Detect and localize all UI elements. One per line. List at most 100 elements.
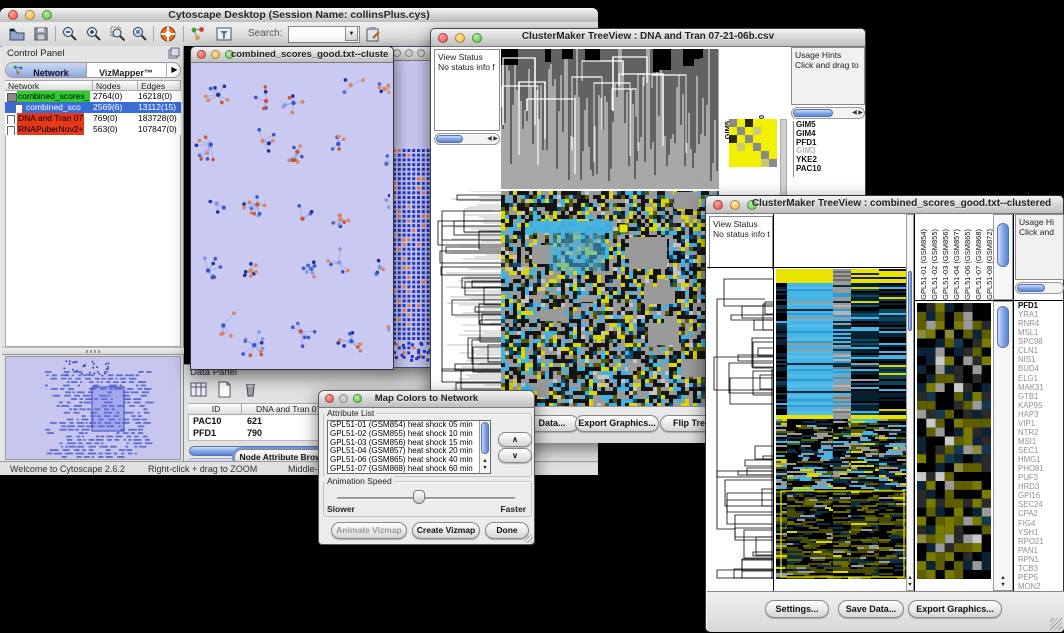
tv2-gene-label[interactable]: GPI16 — [1018, 491, 1064, 500]
tv2-gene-list[interactable]: PFD1YRA1RNR4MSL1SPC98CLN1NIS1BUD4ELG1MAK… — [1016, 301, 1064, 591]
tv2-gene-label[interactable]: YRA1 — [1018, 310, 1064, 319]
treeview2-titlebar[interactable]: ClusterMaker TreeView : combined_scores_… — [706, 196, 1063, 214]
tv1-zoom-cell[interactable] — [769, 127, 777, 135]
tab-overflow-button[interactable]: ▶ — [166, 63, 182, 77]
tv1-zoom-cell[interactable] — [769, 143, 777, 151]
tv2-gene-label[interactable]: NIS1 — [1018, 355, 1064, 364]
tv1-zoom-cell[interactable] — [761, 159, 769, 167]
tv2-gene-label[interactable]: RPN1 — [1018, 555, 1064, 564]
tv1-zoom-cell[interactable] — [729, 159, 737, 167]
tv1-zoom-cell[interactable] — [745, 151, 753, 159]
tv1-zoom-cell[interactable] — [729, 143, 737, 151]
network-overview-panel[interactable] — [5, 356, 181, 460]
save-icon[interactable] — [32, 25, 50, 43]
close-icon[interactable] — [393, 49, 401, 57]
tv2-gene-label[interactable]: PFD1 — [1018, 301, 1064, 310]
tv1-zoom-cell[interactable] — [769, 151, 777, 159]
zoom-in-icon[interactable] — [85, 25, 103, 43]
annotation-tool-icon[interactable] — [364, 25, 382, 43]
tv2-heatmap-vscrollbar[interactable] — [906, 214, 914, 591]
tv1-zoom-cell[interactable] — [745, 135, 753, 143]
move-up-button[interactable]: ∧ — [498, 432, 532, 447]
tv1-scroll-strip[interactable] — [780, 119, 787, 196]
column-header-network[interactable]: Network — [5, 80, 93, 91]
tv2-gene-label[interactable]: FIG4 — [1018, 519, 1064, 528]
tv1-zoom-cell[interactable] — [753, 135, 761, 143]
tv2-gene-label[interactable]: SEC1 — [1018, 446, 1064, 455]
tv2-gene-label[interactable]: ELG1 — [1018, 374, 1064, 383]
tv2-gene-label[interactable]: RNR4 — [1018, 319, 1064, 328]
tv1-column-dendrogram[interactable] — [501, 49, 719, 189]
done-button[interactable]: Done — [485, 522, 529, 539]
minimize-icon[interactable] — [730, 200, 740, 210]
zoom-selection-icon[interactable] — [109, 25, 127, 43]
tv2-column-label[interactable]: GPL51-04 (GSM857) — [952, 229, 961, 300]
create-vizmap-button[interactable]: Create Vizmap — [412, 522, 480, 539]
tv2-column-label[interactable]: GPL51-06 (GSM865) — [963, 229, 972, 300]
tv1-row-labels[interactable]: GIM5GIM4PFD1GIM3YKE2PAC10 — [793, 121, 868, 177]
tv1-heatmap-canvas[interactable] — [501, 191, 719, 406]
tv1-zoom-cell[interactable] — [761, 127, 769, 135]
tv2-gene-label[interactable]: VIP1 — [1018, 419, 1064, 428]
tv2-gene-label[interactable]: TCB3 — [1018, 564, 1064, 573]
tv1-row-label[interactable]: PAC10 — [796, 165, 868, 174]
delete-attribute-icon[interactable] — [242, 381, 259, 398]
tv2-gene-label[interactable]: MSL1 — [1018, 328, 1064, 337]
tv2-column-label[interactable]: GPL51-02 (GSM855) — [930, 229, 939, 300]
tv2-gene-label[interactable]: GTB1 — [1018, 392, 1064, 401]
network-table-row[interactable]: DNA and Tran 07769(0)183728(0) — [5, 113, 181, 124]
main-titlebar[interactable]: Cytoscape Desktop (Session Name: collins… — [0, 8, 598, 23]
tv2-gene-label[interactable]: PUF3 — [1018, 473, 1064, 482]
tv2-gene-label[interactable]: PHO81 — [1018, 464, 1064, 473]
resize-grip[interactable] — [1050, 618, 1062, 630]
tv1-zoom-cell[interactable] — [729, 119, 737, 127]
tv2-gene-label[interactable]: MON2 — [1018, 582, 1064, 591]
tv1-zoom-cell[interactable] — [745, 127, 753, 135]
tv2-gene-label[interactable]: HMG1 — [1018, 455, 1064, 464]
tv1-zoom-cell[interactable] — [737, 135, 745, 143]
tv1-zoom-cell[interactable] — [729, 127, 737, 135]
tv2-gene-label[interactable]: CPA2 — [1018, 509, 1064, 518]
tv2-usage-scrollbar[interactable] — [1015, 282, 1064, 294]
tv2-gene-label[interactable]: CLN1 — [1018, 346, 1064, 355]
tab-network[interactable]: Network — [6, 63, 87, 77]
tv1-zoom-heatmap[interactable] — [729, 119, 777, 167]
minimize-icon[interactable] — [211, 50, 220, 59]
tv2-gene-label[interactable]: YSH1 — [1018, 528, 1064, 537]
tv1-zoom-cell[interactable] — [737, 127, 745, 135]
table-mode-icon[interactable] — [190, 381, 207, 398]
network-table-row[interactable]: RNAPuberNov2+563(0)107847(0) — [5, 124, 181, 135]
open-folder-icon[interactable] — [8, 25, 26, 43]
tv2-gene-label[interactable]: KAP95 — [1018, 401, 1064, 410]
vizmap-nodes-icon[interactable] — [189, 25, 207, 43]
tv1-row-dendrogram[interactable] — [434, 191, 501, 406]
tv2-labels-vscrollbar[interactable] — [993, 214, 1013, 300]
treeview1-titlebar[interactable]: ClusterMaker TreeView : DNA and Tran 07-… — [431, 29, 865, 47]
tv2-gene-label[interactable]: HRD3 — [1018, 482, 1064, 491]
tv1-zoom-cell[interactable] — [769, 119, 777, 127]
tv2-gene-label[interactable]: SEC24 — [1018, 500, 1064, 509]
tv2-gene-label[interactable]: RPO21 — [1018, 537, 1064, 546]
tv1-zoom-cell[interactable] — [737, 119, 745, 127]
network-table-row[interactable]: combined_sco2569(6)13112(15) — [5, 102, 181, 113]
minimize-icon[interactable] — [405, 49, 413, 57]
animate-vizmap-button[interactable]: Animate Vizmap — [331, 522, 407, 539]
attribute-list-item[interactable]: GPL51-07 (GSM868) heat shock 60 min — [329, 465, 478, 474]
tv2-column-label[interactable]: GPL51-01 (GSM854) — [919, 229, 928, 300]
tv1-zoom-cell[interactable] — [737, 143, 745, 151]
tv1-zoom-cell[interactable] — [745, 119, 753, 127]
tv1-zoom-cell[interactable] — [769, 135, 777, 143]
tv1-zoom-cell[interactable] — [761, 143, 769, 151]
tv2-genes-vscrollbar[interactable] — [993, 301, 1013, 591]
tv1-zoom-cell[interactable] — [769, 159, 777, 167]
tv1-zoom-cell[interactable] — [753, 119, 761, 127]
tv2-column-tree-area[interactable] — [774, 214, 906, 268]
dialog-titlebar[interactable]: Map Colors to Network — [319, 391, 534, 408]
tab-vizmapper[interactable]: VizMapper™ — [87, 63, 165, 77]
tv2-gene-label[interactable]: BUD4 — [1018, 364, 1064, 373]
settings-button[interactable]: Settings... — [765, 600, 829, 618]
tv2-row-dendrogram[interactable] — [707, 269, 773, 579]
tv1-zoom-cell[interactable] — [753, 151, 761, 159]
export-graphics-button[interactable]: Export Graphics... — [575, 415, 659, 432]
tv2-gene-label[interactable]: PEP5 — [1018, 573, 1064, 582]
